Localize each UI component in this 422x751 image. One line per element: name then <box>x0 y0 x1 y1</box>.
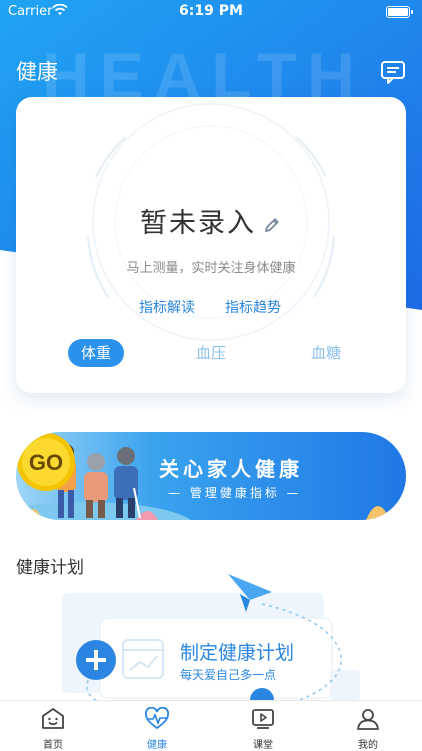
tab-classroom[interactable]: 课堂 <box>223 701 303 751</box>
tab-health-label: 健康 <box>147 740 167 751</box>
plan-title: 制定健康计划 <box>180 642 295 664</box>
pencil-icon[interactable] <box>262 215 282 235</box>
plan-subtitle: 每天爱自己多一点 <box>180 668 277 682</box>
person-icon <box>357 709 379 730</box>
video-icon <box>252 709 274 729</box>
banner-title: 关心家人健康 <box>159 457 303 481</box>
go-badge[interactable]: GO <box>16 432 76 492</box>
status-bar: Carrier 6:19 PM <box>0 0 422 24</box>
family-health-banner[interactable]: 关心家人健康 — 管理健康指标 — GO <box>16 432 406 520</box>
tab-classroom-label: 课堂 <box>253 740 273 751</box>
tab-blood-pressure[interactable]: 血压 <box>183 339 239 367</box>
bottom-tab-bar: 首页 健康 课堂 我的 <box>0 700 422 751</box>
indicator-explain-link[interactable]: 指标解读 <box>139 297 195 317</box>
health-status-card: 暂未录入 马上测量，实时关注身体健康 指标解读 指标趋势 体重 血压 血糖 <box>16 97 406 393</box>
health-plan-card[interactable]: 制定健康计划 每天爱自己多一点 <box>0 570 422 700</box>
go-label: GO <box>29 450 63 475</box>
tab-profile-label: 我的 <box>358 740 378 751</box>
banner-subtitle: — 管理健康指标 — <box>168 486 302 500</box>
smile-face-icon <box>42 708 64 729</box>
message-icon[interactable] <box>380 60 406 84</box>
clock: 6:19 PM <box>179 3 243 19</box>
status-title-text: 暂未录入 <box>140 208 256 239</box>
page-title: 健康 <box>16 60 58 84</box>
heartbeat-icon <box>145 707 169 730</box>
status-hint: 马上测量，实时关注身体健康 <box>126 261 296 276</box>
tab-blood-sugar[interactable]: 血糖 <box>298 339 354 367</box>
tab-home[interactable]: 首页 <box>13 701 93 751</box>
tab-profile[interactable]: 我的 <box>328 701 408 751</box>
indicator-trend-link[interactable]: 指标趋势 <box>225 297 281 317</box>
tab-weight[interactable]: 体重 <box>68 339 124 367</box>
measurement-status: 暂未录入 <box>16 201 406 240</box>
tab-home-label: 首页 <box>43 740 63 751</box>
tab-health[interactable]: 健康 <box>117 701 197 751</box>
battery-icon <box>386 6 413 18</box>
